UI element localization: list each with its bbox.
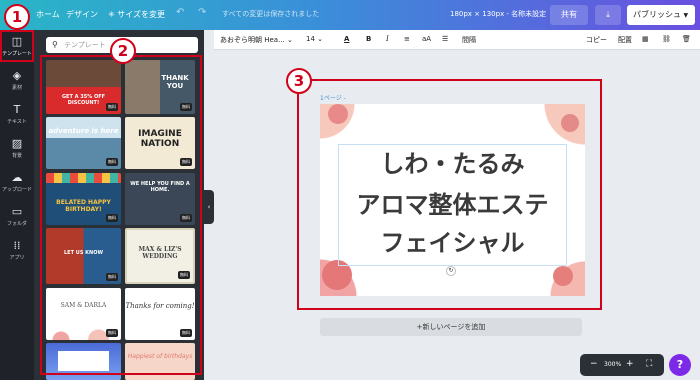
nav-label: 背景 <box>11 153 22 159</box>
annotation-badge-3: 3 <box>286 68 312 94</box>
chevron-down-icon: ▼ <box>683 12 689 19</box>
trash-icon[interactable]: 🗑 <box>682 35 691 43</box>
spacing-button[interactable]: 間隔 <box>462 35 476 45</box>
apps-icon: ⁞⁞ <box>13 239 21 252</box>
resize-button[interactable]: ✳ サイズを変更 <box>108 9 165 20</box>
resize-label: サイズを変更 <box>117 10 166 19</box>
fullscreen-icon[interactable]: ⛶ <box>646 359 652 369</box>
italic-icon[interactable]: I <box>386 35 389 43</box>
link-icon[interactable]: ⛓ <box>662 35 671 43</box>
nav-item-text[interactable]: T テキスト <box>0 103 34 126</box>
top-bar: ホーム デザイン ✳ サイズを変更 ↶ ↷ すべての変更は保存されました 180… <box>0 0 700 30</box>
nav-label: アプリ <box>9 255 25 261</box>
add-page-button[interactable]: +新しいページを追加 <box>320 318 582 336</box>
save-status: すべての変更は保存されました <box>222 10 320 18</box>
align-icon[interactable]: ≡ <box>404 35 410 43</box>
home-button[interactable]: ホーム <box>36 9 60 20</box>
font-size-value: 14 <box>306 35 315 43</box>
download-button[interactable]: ⤓ <box>595 5 621 25</box>
annotation-box-1 <box>0 30 34 62</box>
chevron-left-icon: ‹ <box>207 203 211 211</box>
elements-icon: ◈ <box>12 69 22 82</box>
zoom-control: − 300% + ⛶ <box>580 354 664 376</box>
redo-icon[interactable]: ↷ <box>198 7 206 18</box>
download-icon: ⤓ <box>606 10 610 19</box>
annotation-box-3 <box>297 79 602 310</box>
share-button[interactable]: 共有 <box>550 5 588 25</box>
nav-item-apps[interactable]: ⁞⁞ アプリ <box>0 239 34 262</box>
bold-icon[interactable]: B <box>366 35 371 43</box>
background-icon: ▨ <box>11 137 23 150</box>
undo-icon[interactable]: ↶ <box>176 7 184 18</box>
annotation-badge-1: 1 <box>4 4 30 30</box>
publish-label: パブリッシュ <box>633 10 681 19</box>
nav-label: テキスト <box>7 119 27 125</box>
transparency-icon[interactable]: ▦ <box>642 35 649 43</box>
nav-item-background[interactable]: ▨ 背景 <box>0 137 34 160</box>
nav-item-elements[interactable]: ◈ 素材 <box>0 69 34 92</box>
left-nav: ◫ テンプレート ◈ 素材 T テキスト ▨ 背景 ☁ アップロード ▭ フォルダ ⁞⁞ アプ… <box>0 30 34 380</box>
design-menu[interactable]: デザイン <box>66 9 98 20</box>
annotation-badge-2: 2 <box>110 38 136 64</box>
nav-label: 素材 <box>11 85 22 91</box>
text-toolbar: あおぞら明朝 Hea... ⌄ 14 ⌄ A B I ≡ aA ☰ 間隔 コピー… <box>214 30 700 50</box>
list-icon[interactable]: ☰ <box>442 35 448 43</box>
nav-label: アップロード <box>1 187 32 193</box>
search-icon: ⚲ <box>52 40 58 49</box>
folder-icon: ▭ <box>11 205 23 218</box>
zoom-in-button[interactable]: + <box>626 359 634 369</box>
search-placeholder: テンプレート <box>64 41 106 49</box>
help-button[interactable]: ? <box>669 354 691 376</box>
nav-item-upload[interactable]: ☁ アップロード <box>0 171 34 194</box>
font-size-select[interactable]: 14 ⌄ <box>306 35 323 43</box>
nav-item-folder[interactable]: ▭ フォルダ <box>0 205 34 228</box>
zoom-out-button[interactable]: − <box>590 359 598 369</box>
collapse-panel-button[interactable]: ‹ <box>204 190 214 224</box>
copy-button[interactable]: コピー <box>586 35 607 45</box>
upload-icon: ☁ <box>11 171 23 184</box>
nav-label: フォルダ <box>6 221 27 227</box>
annotation-box-2 <box>40 55 202 375</box>
text-color-icon[interactable]: A <box>344 35 349 43</box>
chevron-down-icon: ⌄ <box>317 35 324 43</box>
document-name[interactable]: 180px × 130px - 名称未設定 <box>450 9 546 19</box>
publish-button[interactable]: パブリッシュ ▼ <box>627 5 695 25</box>
zoom-value[interactable]: 300% <box>604 361 621 368</box>
chevron-down-icon: ⌄ <box>287 36 293 44</box>
font-family-select[interactable]: あおぞら明朝 Hea... ⌄ <box>220 35 293 45</box>
arrange-button[interactable]: 配置 <box>618 35 632 45</box>
letter-case-icon[interactable]: aA <box>422 35 431 43</box>
font-family-value: あおぞら明朝 Hea... <box>220 36 285 44</box>
text-icon: T <box>13 103 21 116</box>
